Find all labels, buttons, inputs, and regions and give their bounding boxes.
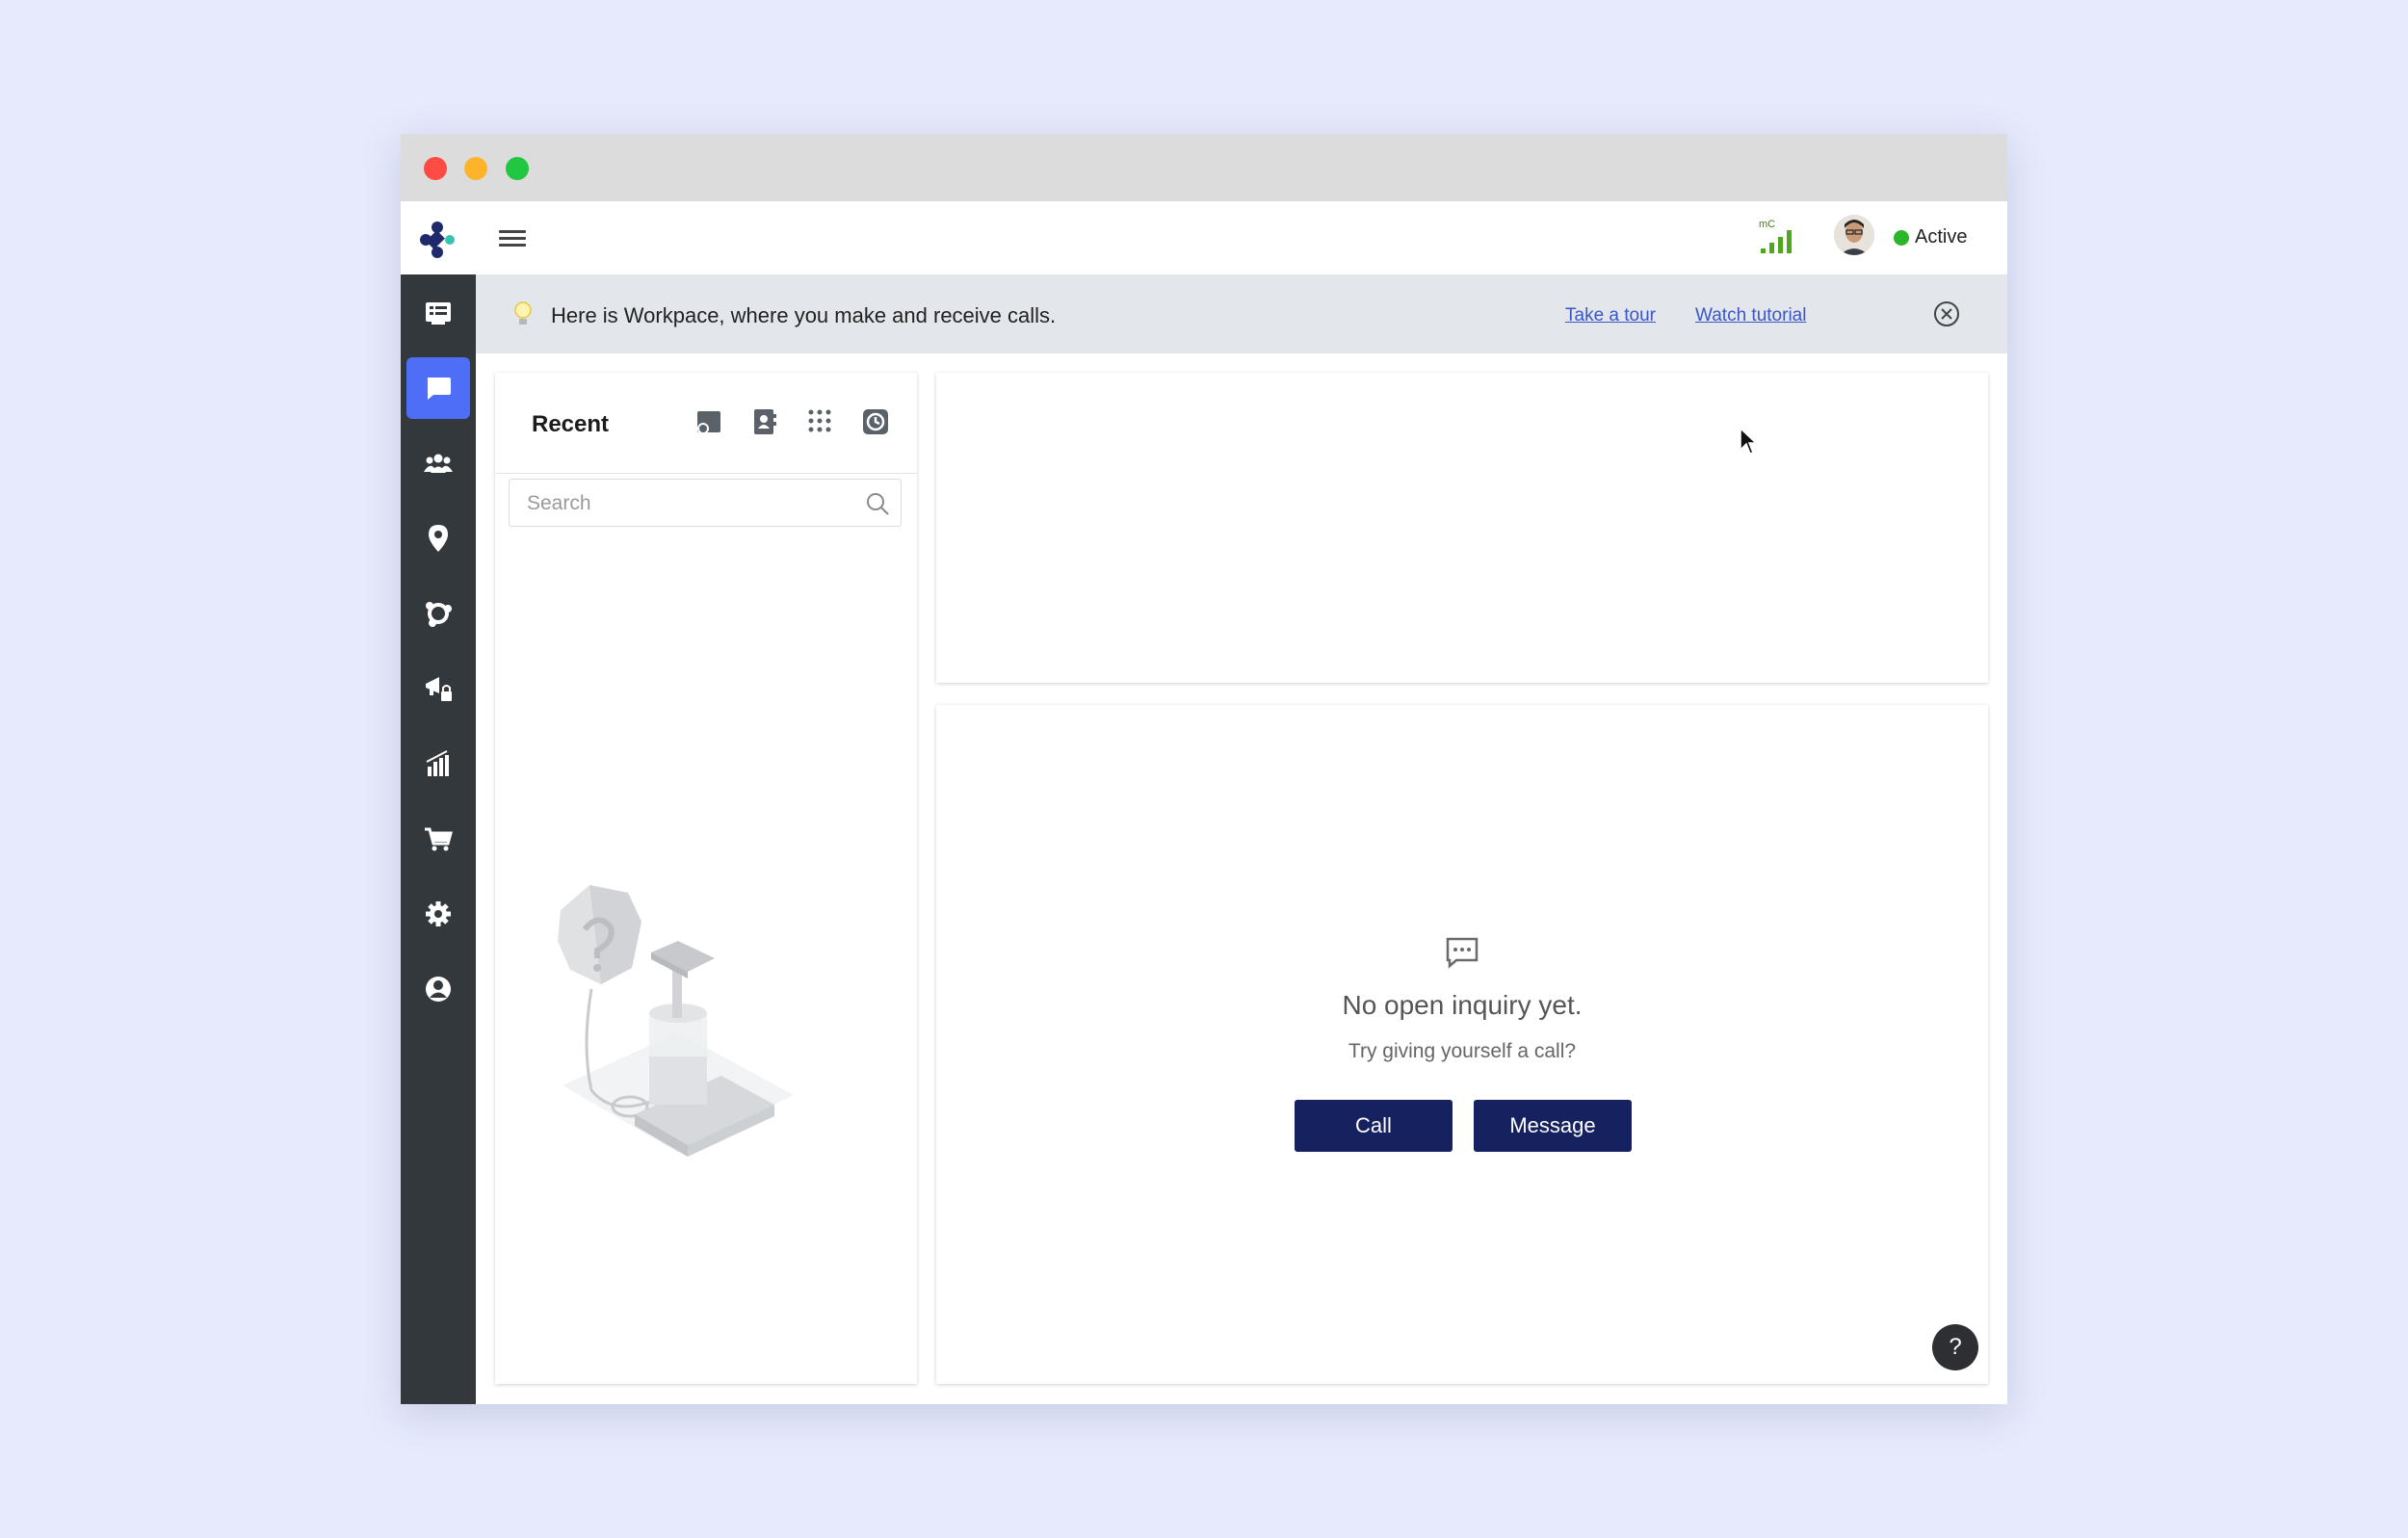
megaphone-lock-icon: [426, 677, 452, 701]
dialpad-icon[interactable]: [803, 405, 836, 438]
title-bar: [401, 134, 2007, 201]
status-indicator: [1894, 230, 1909, 246]
team-icon: [424, 454, 453, 473]
network-signal-icon[interactable]: mC: [1757, 217, 1799, 255]
details-panel: [936, 373, 1988, 683]
window-close-button[interactable]: [424, 157, 447, 180]
recent-title: Recent: [532, 411, 610, 437]
info-banner: Here is Workpace, where you make and rec…: [476, 274, 2007, 353]
sidebar-item-workspace[interactable]: [406, 357, 470, 419]
sidebar-item-team[interactable]: [406, 432, 470, 494]
empty-state-title: No open inquiry yet.: [1342, 990, 1583, 1020]
integrations-icon: [426, 602, 452, 627]
analytics-icon: [426, 750, 449, 776]
search-icon[interactable]: [864, 490, 891, 517]
help-button[interactable]: ?: [1932, 1324, 1978, 1370]
user-circle-icon: [426, 977, 451, 1002]
sidebar: [401, 274, 476, 1404]
cart-icon: [425, 827, 453, 851]
sidebar-item-analytics[interactable]: [406, 733, 470, 795]
new-call-icon[interactable]: [692, 405, 724, 438]
sidebar-item-account[interactable]: [406, 958, 470, 1020]
close-icon[interactable]: [1932, 300, 1961, 328]
empty-state-subtitle: Try giving yourself a call?: [1348, 1040, 1577, 1062]
search-input[interactable]: [525, 480, 856, 528]
dashboard-icon: [426, 302, 451, 325]
app-window: mC Active Here is Workpace, where you ma…: [401, 134, 2007, 1404]
avatar[interactable]: [1834, 215, 1874, 255]
contacts-icon[interactable]: [747, 405, 780, 438]
banner-message: Here is Workpace, where you make and rec…: [551, 303, 1057, 327]
gear-icon: [426, 901, 451, 926]
sidebar-item-dashboard[interactable]: [406, 282, 470, 344]
mouse-cursor-icon: [1740, 427, 1758, 455]
sidebar-item-location[interactable]: [406, 508, 470, 569]
take-tour-link[interactable]: Take a tour: [1565, 305, 1656, 326]
top-bar: mC Active: [401, 201, 2007, 275]
svg-text:mC: mC: [1759, 219, 1775, 230]
panel-divider: [495, 473, 917, 474]
chat-icon: [1446, 937, 1479, 969]
empty-recent-illustration: [558, 885, 794, 1157]
app-logo[interactable]: [418, 221, 457, 259]
window-maximize-button[interactable]: [506, 157, 529, 180]
inquiry-panel: No open inquiry yet. Try giving yourself…: [936, 705, 1988, 1384]
sidebar-item-settings[interactable]: [406, 883, 470, 945]
history-icon[interactable]: [859, 405, 892, 438]
watch-tutorial-link[interactable]: Watch tutorial: [1695, 305, 1806, 326]
call-button[interactable]: Call: [1295, 1100, 1453, 1152]
sidebar-item-integrations[interactable]: [406, 583, 470, 644]
recent-panel: Recent: [495, 373, 917, 1384]
sidebar-item-campaigns[interactable]: [406, 658, 470, 719]
lightbulb-icon: [514, 301, 532, 325]
menu-icon[interactable]: [499, 226, 526, 249]
status-label[interactable]: Active: [1915, 226, 1967, 248]
chat-bubble-icon: [428, 378, 451, 400]
window-minimize-button[interactable]: [464, 157, 487, 180]
search-box: [509, 479, 902, 528]
location-pin-icon: [429, 525, 448, 552]
message-button[interactable]: Message: [1474, 1100, 1632, 1152]
sidebar-item-store[interactable]: [406, 808, 470, 870]
